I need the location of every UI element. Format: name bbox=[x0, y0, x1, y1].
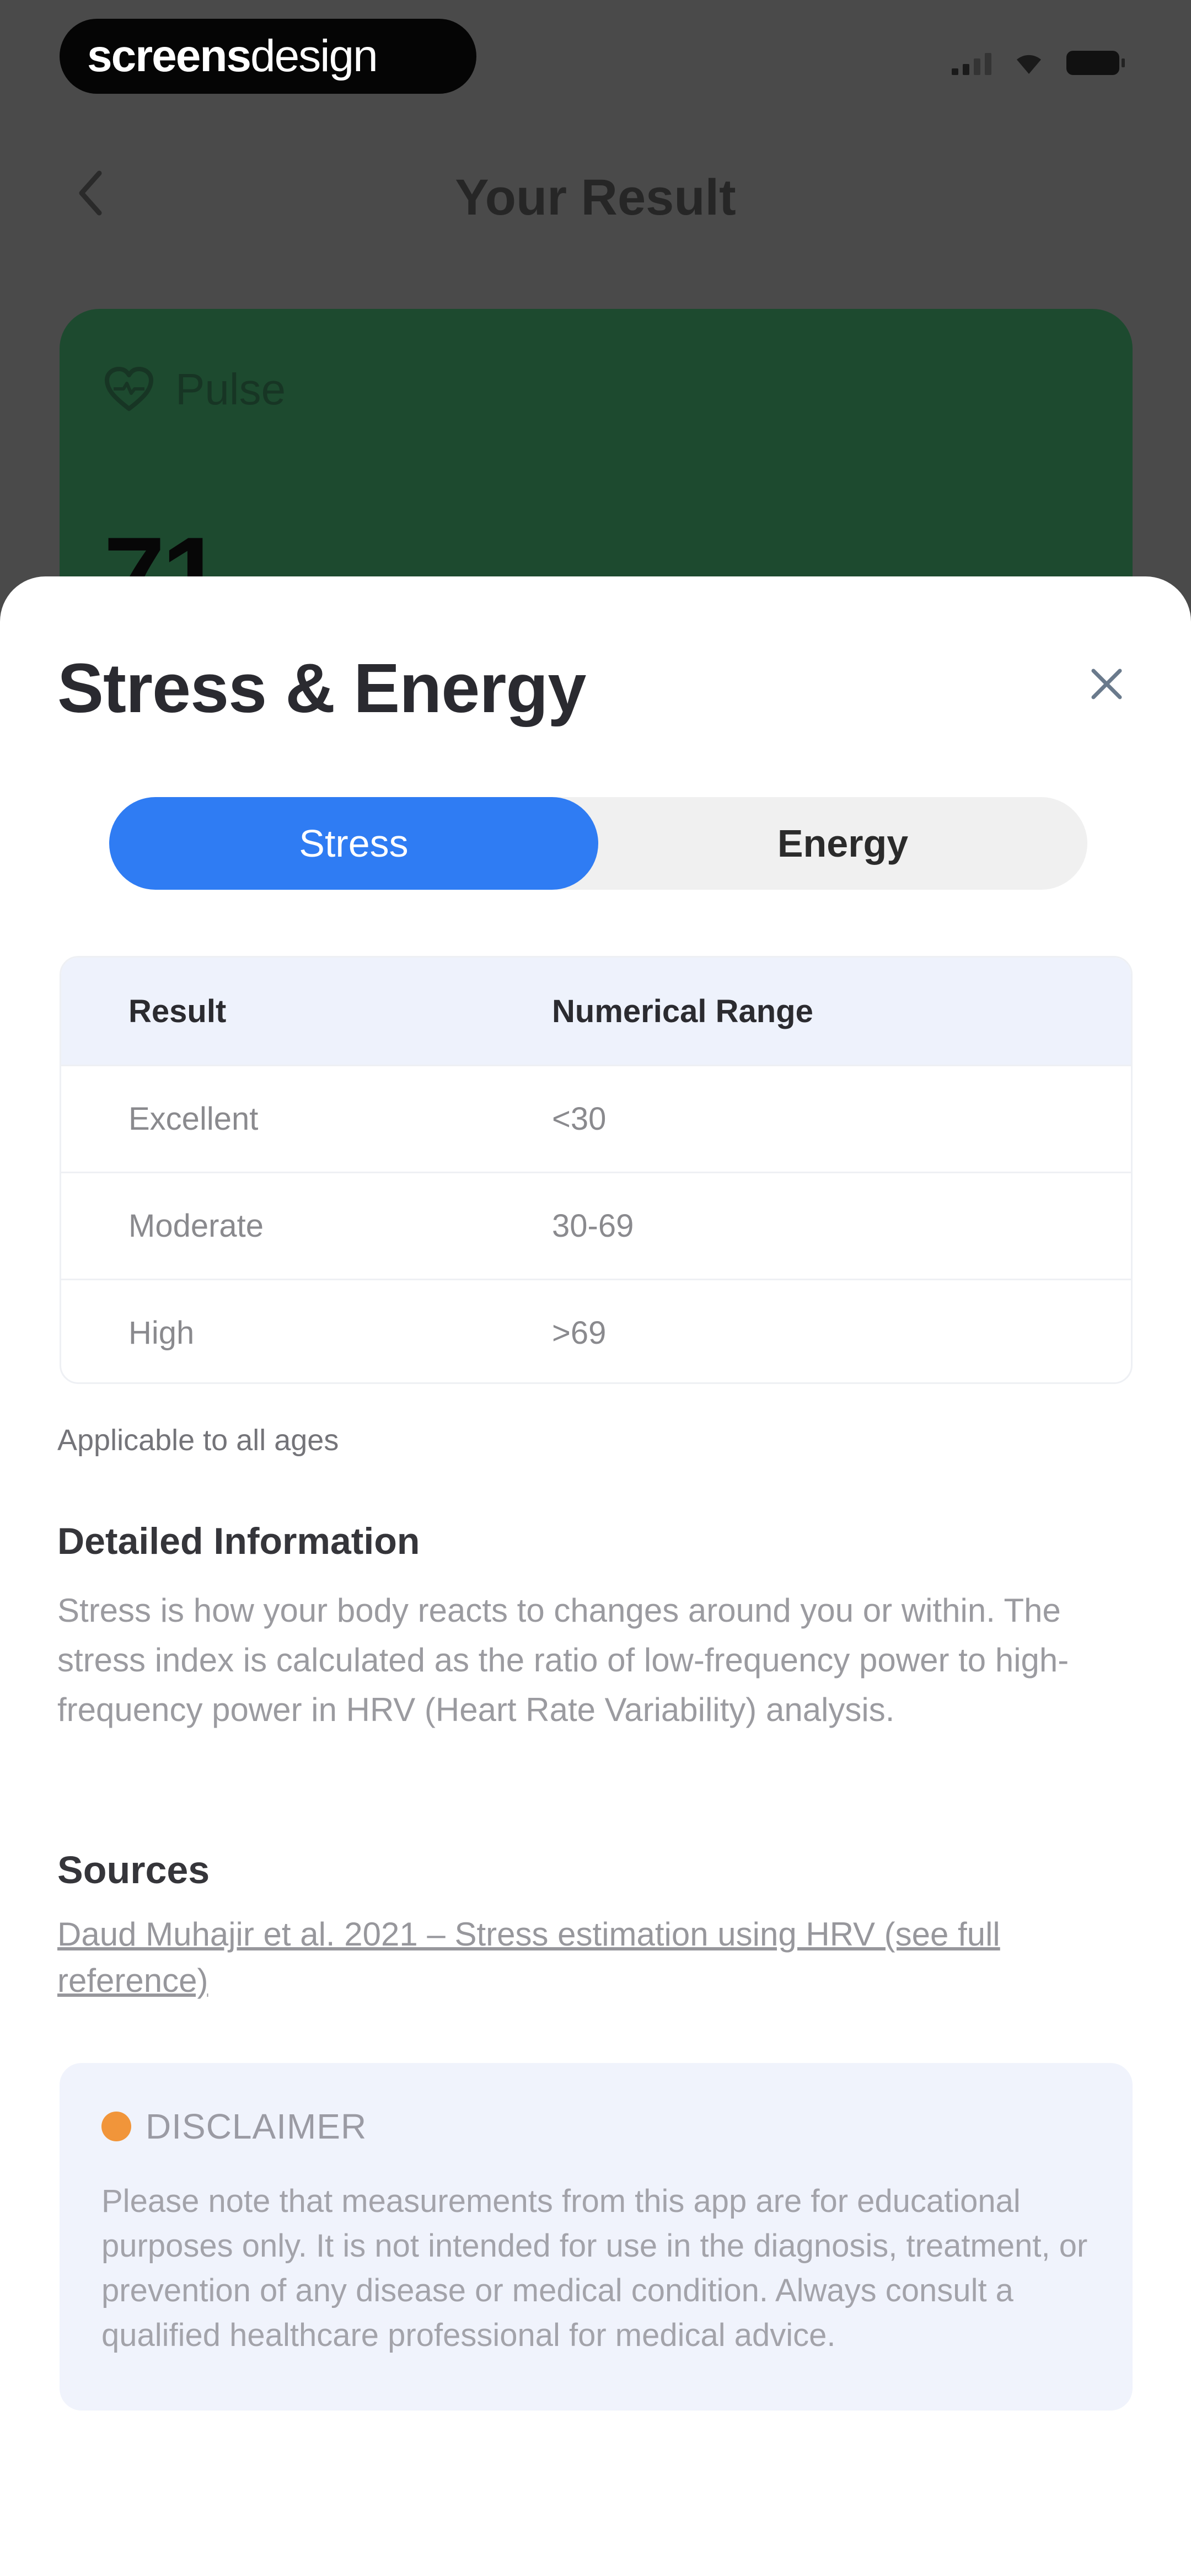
tab-stress[interactable]: Stress bbox=[109, 797, 598, 890]
row-result: Excellent bbox=[128, 1101, 259, 1137]
table-row: Moderate 30-69 bbox=[61, 1172, 1131, 1279]
close-icon[interactable] bbox=[1082, 659, 1131, 709]
signal-icon bbox=[952, 53, 991, 75]
heart-icon bbox=[105, 367, 153, 411]
tab-energy[interactable]: Energy bbox=[598, 797, 1087, 890]
brand-light-text: design bbox=[250, 31, 378, 81]
status-icons bbox=[952, 51, 1125, 75]
wifi-icon bbox=[1017, 55, 1041, 74]
detail-heading: Detailed Information bbox=[57, 1520, 420, 1562]
row-result: Moderate bbox=[128, 1208, 264, 1244]
header-result: Result bbox=[128, 993, 227, 1029]
disclaimer-header: DISCLAIMER bbox=[101, 2106, 367, 2147]
header-range: Numerical Range bbox=[552, 993, 813, 1029]
stress-energy-toggle: Stress Energy bbox=[109, 797, 1087, 890]
status-bar: screens design bbox=[0, 0, 1191, 116]
battery-icon bbox=[1066, 51, 1125, 75]
range-table: Result Numerical Range Excellent <30 Mod… bbox=[60, 956, 1133, 1384]
brand-bold-text: screens bbox=[87, 31, 251, 81]
pulse-label-text: Pulse bbox=[175, 365, 286, 414]
table-row: High >69 bbox=[61, 1279, 1131, 1382]
warning-dot-icon bbox=[101, 2112, 131, 2141]
age-note: Applicable to all ages bbox=[57, 1424, 339, 1457]
sheet-title: Stress & Energy bbox=[57, 649, 586, 727]
source-link[interactable]: Daud Muhajir et al. 2021 – Stress estima… bbox=[57, 1911, 1094, 2004]
disclaimer-body: Please note that measurements from this … bbox=[101, 2183, 1088, 2353]
row-result: High bbox=[128, 1315, 195, 1351]
row-range: <30 bbox=[552, 1101, 607, 1137]
detail-body: Stress is how your body reacts to change… bbox=[57, 1592, 1069, 1728]
brand-logo: screens design bbox=[60, 19, 476, 94]
row-range: 30-69 bbox=[552, 1208, 634, 1244]
disclaimer-title: DISCLAIMER bbox=[146, 2107, 367, 2146]
stress-energy-sheet: Stress & Energy Stress Energy Result Num… bbox=[0, 576, 1191, 2576]
page-title: Your Result bbox=[455, 169, 736, 226]
sources-heading: Sources bbox=[57, 1848, 210, 1891]
disclaimer-box: DISCLAIMER Please note that measurements… bbox=[60, 2063, 1133, 2411]
table-header: Result Numerical Range bbox=[61, 958, 1131, 1065]
row-range: >69 bbox=[552, 1315, 607, 1351]
nav-bar: Your Result bbox=[0, 138, 1191, 248]
table-row: Excellent <30 bbox=[61, 1065, 1131, 1172]
app-screen: screensdesign Your Result Pulse 71 Stres… bbox=[0, 0, 1191, 2576]
pulse-label: Pulse bbox=[104, 364, 286, 415]
